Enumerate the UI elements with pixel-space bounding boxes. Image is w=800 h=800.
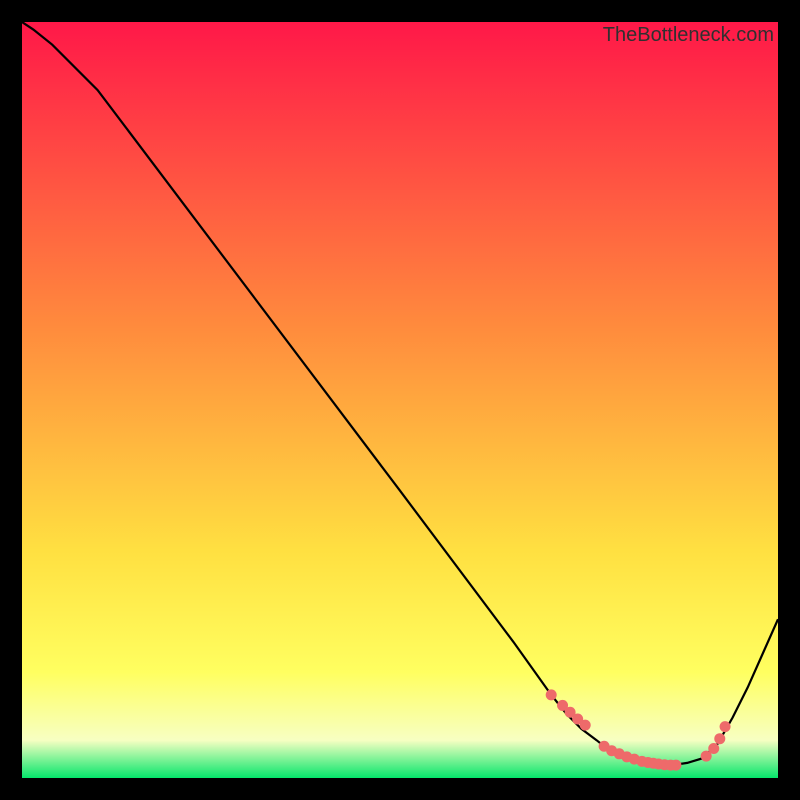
chart-frame: TheBottleneck.com [0, 0, 800, 800]
watermark-text: TheBottleneck.com [603, 24, 774, 47]
plot-area: TheBottleneck.com [22, 22, 778, 778]
background-gradient [22, 22, 778, 778]
